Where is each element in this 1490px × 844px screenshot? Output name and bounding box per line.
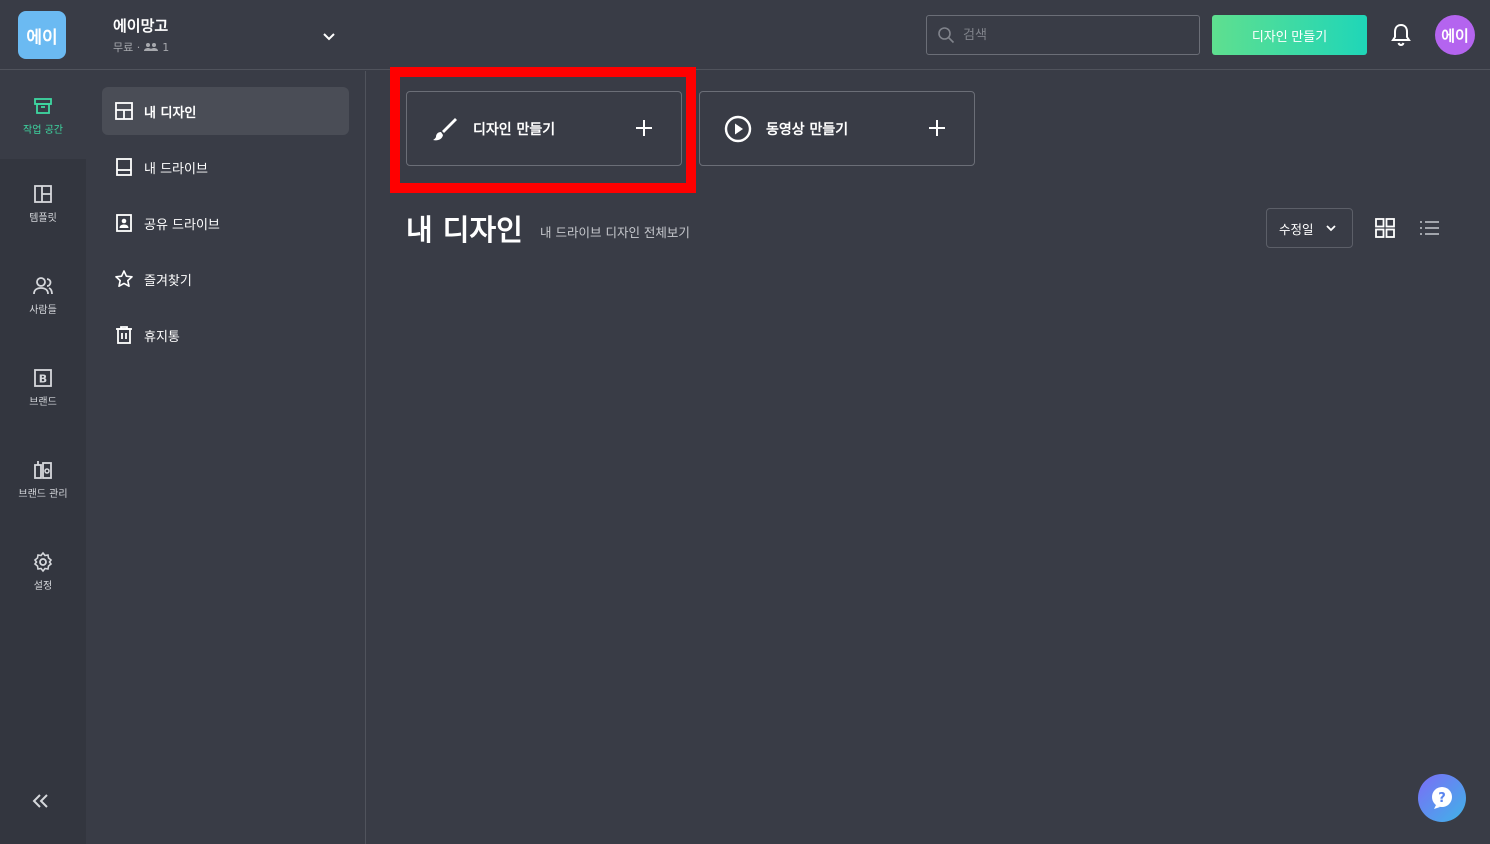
page-title: 내 디자인 [406,213,523,247]
rail-item-people[interactable]: 사람들 [0,251,86,339]
list-view-icon[interactable] [1418,217,1440,239]
rail-label: 사람들 [29,304,57,316]
rail-label: 템플릿 [29,212,57,224]
workspace-logo[interactable]: 에이 [18,11,66,59]
sidebar-item-label: 휴지통 [144,329,180,345]
sidebar-item-favorites[interactable]: 즐겨찾기 [102,255,349,303]
left-rail: 작업 공간 템플릿 사람들 B 브랜드 브랜드 관리 설정 [0,71,86,844]
search-box[interactable] [926,15,1200,55]
shared-drive-icon [116,214,132,232]
search-input[interactable] [963,27,1183,43]
chevron-down-icon [1325,225,1336,232]
members-icon [144,43,159,51]
rail-item-template[interactable]: 템플릿 [0,159,86,247]
settings-icon [33,551,53,572]
rail-label: 브랜드 [29,396,57,408]
sidebar-item-my-design[interactable]: 내 디자인 [102,87,349,135]
create-design-card-label: 디자인 만들기 [473,121,556,138]
workspace-icon [34,97,52,114]
view-all-link[interactable]: 내 드라이브 디자인 전체보기 [540,222,690,241]
chevron-down-icon[interactable] [320,27,338,45]
avatar[interactable]: 에이 [1435,15,1475,55]
sidebar-item-shared-drive[interactable]: 공유 드라이브 [102,199,349,247]
rail-item-settings[interactable]: 설정 [0,527,86,615]
rail-item-brand-manage[interactable]: 브랜드 관리 [0,435,86,523]
my-design-icon [115,102,133,120]
plus-icon [929,120,945,136]
svg-text:B: B [39,372,47,385]
sidebar-item-label: 내 드라이브 [144,161,208,177]
help-icon: ? [1432,787,1452,809]
brand-manage-icon [34,460,52,479]
rail-label: 설정 [33,580,53,592]
trash-icon [116,326,132,344]
rail-label: 작업 공간 [23,124,63,136]
rail-label: 브랜드 관리 [18,488,68,500]
create-design-card[interactable]: 디자인 만들기 [406,91,682,166]
sidebar-item-label: 내 디자인 [144,105,197,121]
workspace-plan: 무료 · [113,41,141,54]
sidebar-item-label: 공유 드라이브 [144,217,220,233]
rail-item-brand[interactable]: B 브랜드 [0,343,86,431]
search-icon [938,27,955,44]
workspace-meta: 무료 · 1 [113,39,169,55]
sidebar: 내 디자인 내 드라이브 공유 드라이브 즐겨찾기 휴지통 [86,71,366,844]
people-icon [33,276,53,294]
collapse-sidebar-icon[interactable] [30,791,52,811]
sidebar-item-trash[interactable]: 휴지통 [102,311,349,359]
plus-icon [636,120,652,136]
template-icon [34,184,52,203]
bell-icon[interactable] [1389,22,1413,48]
play-circle-icon [724,115,752,142]
drive-icon [116,158,132,176]
help-button[interactable]: ? [1418,774,1466,822]
grid-view-icon[interactable] [1374,217,1396,239]
top-bar: 에이 에이망고 무료 · 1 디자인 만들기 에이 [0,0,1490,70]
brush-icon [433,117,457,140]
sidebar-item-drive[interactable]: 내 드라이브 [102,143,349,191]
brand-icon: B [34,368,52,387]
create-video-card[interactable]: 동영상 만들기 [699,91,975,166]
sort-dropdown[interactable]: 수정일 [1266,208,1353,248]
star-icon [115,270,133,287]
rail-item-workspace[interactable]: 작업 공간 [0,71,86,159]
sidebar-item-label: 즐겨찾기 [144,273,192,289]
member-count: 1 [162,40,170,54]
create-design-button[interactable]: 디자인 만들기 [1212,15,1367,55]
create-video-card-label: 동영상 만들기 [766,121,849,138]
sort-label: 수정일 [1279,221,1314,237]
workspace-name[interactable]: 에이망고 [113,15,168,36]
svg-text:?: ? [1438,791,1446,806]
